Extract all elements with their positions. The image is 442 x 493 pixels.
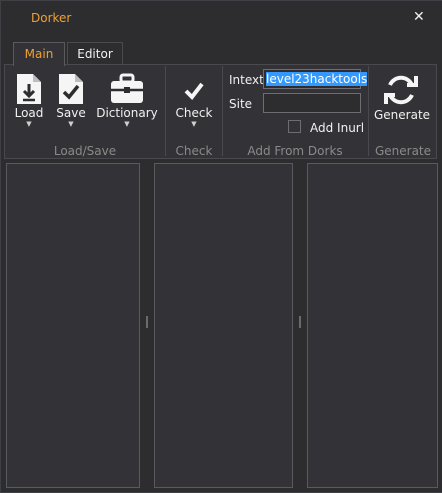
tab-editor[interactable]: Editor	[67, 42, 123, 65]
dictionary-icon	[111, 73, 143, 103]
check-icon	[184, 82, 204, 101]
add-inurl-checkbox[interactable]	[288, 120, 301, 133]
group-label-check: Check	[175, 144, 213, 158]
group-separator	[222, 66, 223, 156]
dictionary-button[interactable]: Dictionary ▼	[96, 72, 158, 128]
load-button[interactable]: Load ▼	[11, 72, 47, 128]
site-label: Site	[229, 97, 253, 111]
check-label: Check	[175, 106, 213, 120]
group-label-add-from-dorks: Add From Dorks	[247, 144, 343, 158]
dictionary-dropdown-icon: ▼	[124, 120, 130, 128]
check-dropdown-icon: ▼	[191, 120, 197, 128]
left-list-panel[interactable]	[6, 163, 140, 488]
generate-icon	[384, 75, 418, 105]
window-title: Dorker	[31, 11, 72, 25]
intext-label: Intext	[229, 73, 264, 87]
intext-value: level23hacktools	[266, 72, 368, 86]
dictionary-label: Dictionary	[96, 106, 158, 120]
right-list-panel[interactable]	[307, 163, 438, 488]
group-label-load-save: Load/Save	[53, 144, 117, 158]
save-dropdown-icon: ▼	[68, 120, 74, 128]
middle-list-panel[interactable]	[154, 163, 293, 488]
save-button[interactable]: Save ▼	[53, 72, 89, 128]
load-icon	[17, 74, 41, 104]
save-icon	[59, 74, 83, 104]
save-label: Save	[56, 106, 86, 120]
group-separator	[368, 66, 369, 156]
group-label-generate: Generate	[374, 144, 432, 158]
generate-button[interactable]: Generate	[374, 72, 431, 122]
splitter-grip-left[interactable]	[146, 316, 148, 328]
intext-input[interactable]: level23hacktools	[263, 69, 368, 89]
generate-label: Generate	[374, 108, 431, 122]
load-dropdown-icon: ▼	[26, 120, 32, 128]
check-button[interactable]: Check ▼	[174, 76, 214, 128]
site-input[interactable]	[263, 93, 361, 113]
tab-main[interactable]: Main	[13, 42, 65, 66]
load-label: Load	[14, 106, 44, 120]
close-icon[interactable]: ✕	[413, 9, 425, 25]
group-separator	[165, 66, 166, 156]
add-inurl-label: Add Inurl	[310, 121, 365, 135]
splitter-grip-right[interactable]	[299, 316, 301, 328]
